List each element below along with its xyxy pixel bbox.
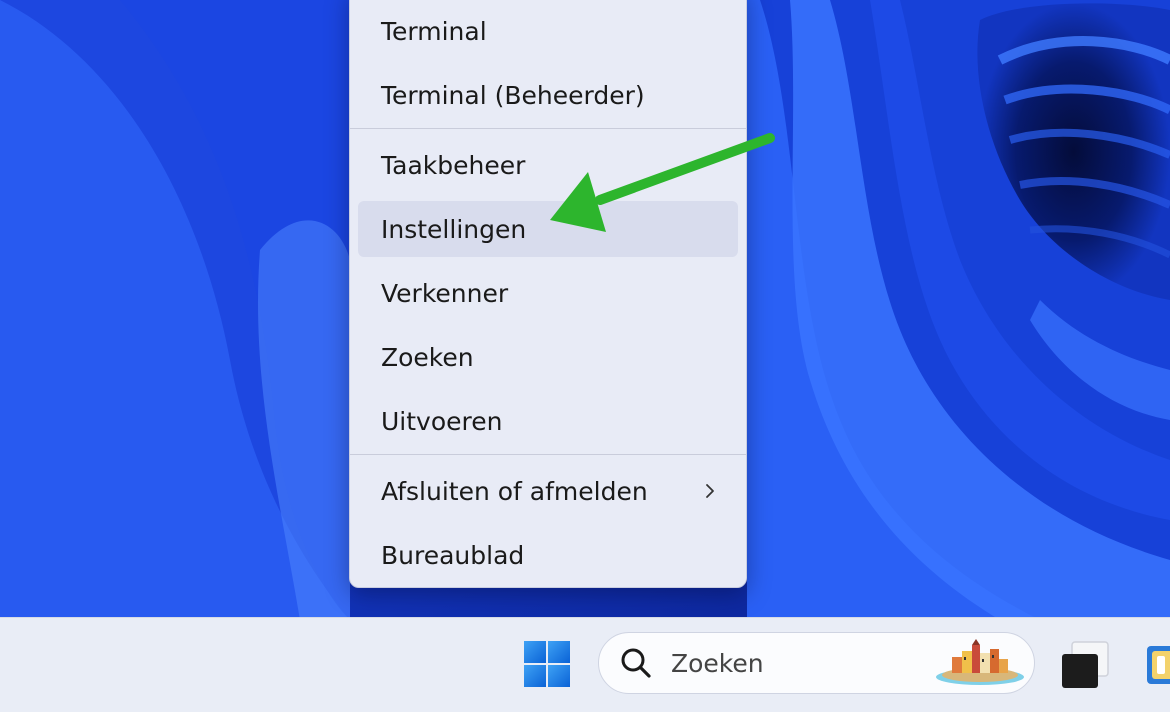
taskbar: Zoeken xyxy=(0,617,1170,712)
menu-item-label: Taakbeheer xyxy=(381,150,526,180)
start-button[interactable] xyxy=(515,632,579,696)
menu-item-label: Uitvoeren xyxy=(381,406,503,436)
menu-item-label: Terminal xyxy=(381,16,487,46)
menu-item-terminal-admin[interactable]: Terminal (Beheerder) xyxy=(358,67,738,123)
menu-item-label: Verkenner xyxy=(381,278,509,308)
menu-item-label: Afsluiten of afmelden xyxy=(381,476,648,506)
chevron-right-icon xyxy=(704,463,716,519)
file-explorer-icon xyxy=(1147,646,1170,684)
search-placeholder: Zoeken xyxy=(671,648,764,678)
menu-item-file-explorer[interactable]: Verkenner xyxy=(358,265,738,321)
menu-item-shutdown-signout[interactable]: Afsluiten of afmelden xyxy=(358,463,738,519)
menu-item-terminal[interactable]: Terminal xyxy=(358,3,738,59)
desktop: Terminal Terminal (Beheerder) Taakbeheer… xyxy=(0,0,1170,712)
menu-item-label: Instellingen xyxy=(381,214,527,244)
taskbar-search-box[interactable]: Zoeken xyxy=(598,632,1035,694)
task-view-button[interactable] xyxy=(1056,638,1116,698)
menu-item-desktop[interactable]: Bureaublad xyxy=(358,527,738,583)
context-menu: Terminal Terminal (Beheerder) Taakbeheer… xyxy=(349,0,747,588)
menu-item-run[interactable]: Uitvoeren xyxy=(358,393,738,449)
search-icon xyxy=(619,646,653,684)
search-highlight-illustration xyxy=(934,639,1026,691)
menu-item-search[interactable]: Zoeken xyxy=(358,329,738,385)
annotation-arrow-icon xyxy=(550,133,775,232)
menu-item-label: Terminal (Beheerder) xyxy=(381,80,645,110)
menu-item-label: Zoeken xyxy=(381,342,474,372)
task-view-icon xyxy=(1062,641,1109,688)
file-explorer-button[interactable] xyxy=(1143,640,1170,688)
menu-separator xyxy=(350,454,746,455)
windows-logo-icon xyxy=(524,641,570,687)
menu-item-label: Bureaublad xyxy=(381,540,525,570)
